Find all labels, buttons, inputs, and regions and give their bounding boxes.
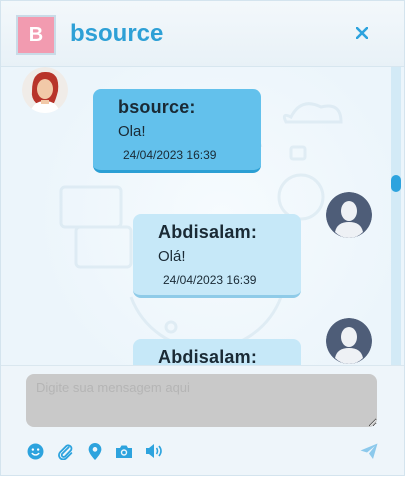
emoji-icon	[27, 443, 43, 459]
camera-button[interactable]	[114, 442, 134, 460]
user-avatar	[326, 192, 372, 238]
chat-widget: B bsource bsource: Ola! 24/04/2023 16:39…	[0, 0, 405, 476]
agent-avatar-photo	[22, 67, 68, 113]
contact-avatar: B	[16, 15, 56, 55]
audio-icon	[145, 444, 162, 458]
user-avatar-icon	[326, 318, 372, 364]
scrollbar-track[interactable]	[391, 67, 401, 365]
message-bubble-user: Abdisalam: Olá! 24/04/2023 16:39	[133, 214, 301, 298]
camera-icon	[116, 445, 132, 458]
send-icon	[360, 443, 378, 459]
close-button[interactable]	[352, 21, 372, 45]
message-text: Ola!	[118, 123, 146, 140]
message-bubble-agent: bsource: Ola! 24/04/2023 16:39	[93, 89, 261, 173]
message-bubble-user: Abdisalam:	[133, 339, 301, 365]
message-sender: bsource:	[118, 97, 196, 117]
attach-icon	[57, 443, 72, 460]
message-timestamp: 24/04/2023 16:39	[163, 273, 257, 287]
message-input[interactable]	[26, 374, 377, 427]
attach-button[interactable]	[55, 442, 75, 460]
message-text: Olá!	[158, 248, 186, 265]
message-sender: Abdisalam:	[158, 222, 258, 242]
message-list[interactable]: bsource: Ola! 24/04/2023 16:39 Abdisalam…	[1, 67, 404, 365]
scrollbar-thumb[interactable]	[391, 175, 401, 192]
composer	[1, 365, 404, 475]
chat-title: bsource	[70, 20, 164, 47]
agent-avatar	[22, 67, 68, 113]
emoji-button[interactable]	[25, 442, 45, 460]
chat-header: B bsource	[1, 1, 404, 67]
close-icon	[356, 27, 368, 39]
message-sender: Abdisalam:	[158, 347, 258, 365]
send-button[interactable]	[359, 442, 379, 460]
message-timestamp: 24/04/2023 16:39	[123, 148, 217, 162]
contact-avatar-letter: B	[28, 23, 44, 46]
audio-button[interactable]	[144, 442, 164, 460]
location-icon	[88, 442, 102, 460]
user-avatar-icon	[326, 192, 372, 238]
user-avatar	[326, 318, 372, 364]
location-button[interactable]	[85, 442, 105, 460]
